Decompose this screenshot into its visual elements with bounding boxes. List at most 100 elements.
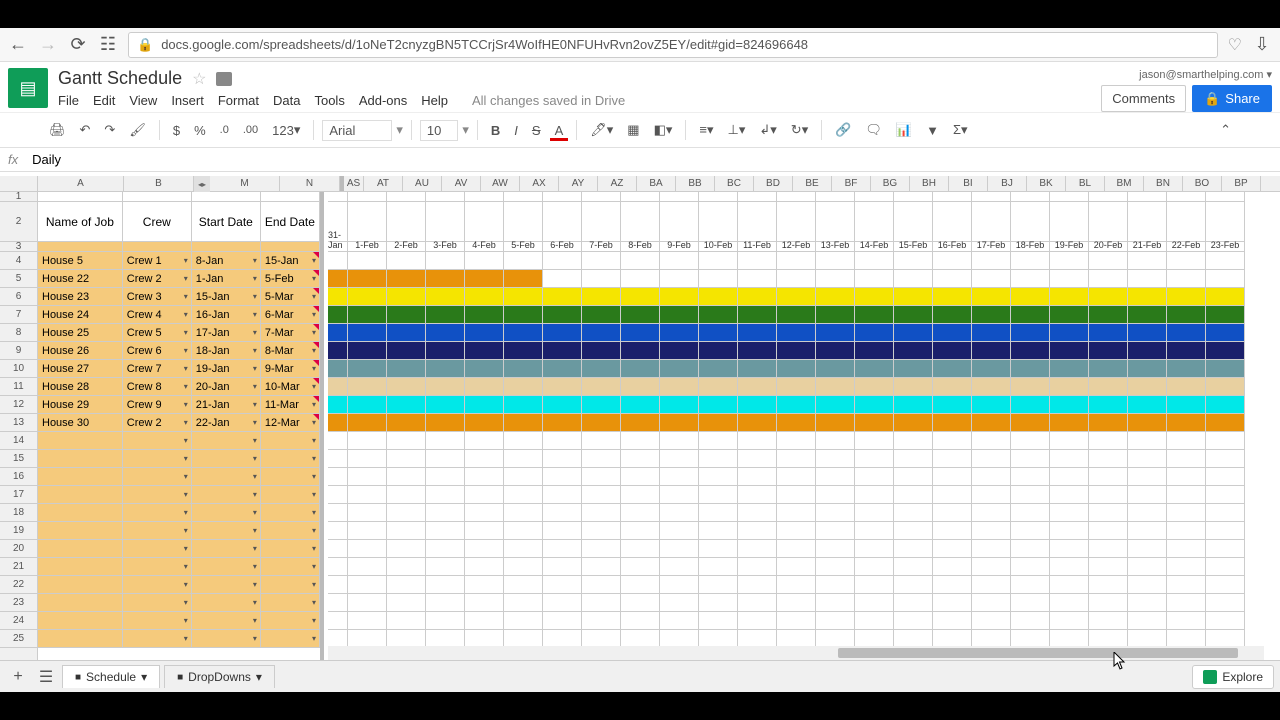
- cell[interactable]: [1089, 202, 1128, 242]
- cell[interactable]: [738, 342, 777, 360]
- col-header[interactable]: BG: [871, 176, 910, 191]
- cell[interactable]: [348, 432, 387, 450]
- date-header[interactable]: 7-Feb: [582, 242, 621, 252]
- cell[interactable]: [1206, 202, 1245, 242]
- reload-button[interactable]: ⟳: [68, 34, 88, 55]
- cell[interactable]: [933, 252, 972, 270]
- cell[interactable]: [543, 270, 582, 288]
- cell[interactable]: [348, 360, 387, 378]
- cell[interactable]: [894, 252, 933, 270]
- select-all-corner[interactable]: [0, 176, 38, 192]
- cell[interactable]: ▾: [123, 468, 192, 486]
- h-align-icon[interactable]: ≡▾: [694, 119, 718, 141]
- cell[interactable]: [1050, 324, 1089, 342]
- cell[interactable]: [1050, 396, 1089, 414]
- cell[interactable]: ▾: [192, 504, 261, 522]
- row-header[interactable]: 8: [0, 324, 37, 342]
- cell[interactable]: [777, 270, 816, 288]
- cell[interactable]: [894, 324, 933, 342]
- row-header[interactable]: 17: [0, 486, 37, 504]
- cell[interactable]: [933, 288, 972, 306]
- cell[interactable]: [660, 414, 699, 432]
- cell[interactable]: [621, 396, 660, 414]
- cell[interactable]: [1089, 450, 1128, 468]
- comments-button[interactable]: Comments: [1101, 85, 1186, 112]
- cell[interactable]: [1206, 360, 1245, 378]
- cell[interactable]: [1050, 378, 1089, 396]
- cell[interactable]: [543, 192, 582, 202]
- cell[interactable]: [894, 342, 933, 360]
- dropdown-icon[interactable]: ▾: [184, 256, 188, 265]
- cell[interactable]: 11-Mar▾: [261, 396, 320, 414]
- cell[interactable]: [894, 540, 933, 558]
- cell[interactable]: [38, 504, 123, 522]
- cell[interactable]: [660, 202, 699, 242]
- cell[interactable]: [1167, 558, 1206, 576]
- note-indicator[interactable]: [313, 324, 319, 330]
- cell[interactable]: 9-Mar▾: [261, 360, 320, 378]
- cell[interactable]: [387, 468, 426, 486]
- cell[interactable]: [777, 306, 816, 324]
- cell[interactable]: [1011, 504, 1050, 522]
- cell[interactable]: [387, 192, 426, 202]
- cell[interactable]: [387, 450, 426, 468]
- cell[interactable]: [1167, 202, 1206, 242]
- cell[interactable]: [1089, 288, 1128, 306]
- cell[interactable]: [426, 504, 465, 522]
- cell[interactable]: [855, 576, 894, 594]
- cell[interactable]: [504, 468, 543, 486]
- cell[interactable]: [699, 558, 738, 576]
- cell[interactable]: [738, 504, 777, 522]
- cell[interactable]: ▾: [192, 594, 261, 612]
- cell[interactable]: [582, 486, 621, 504]
- sheets-logo[interactable]: ▤: [8, 68, 48, 108]
- cell[interactable]: [1206, 252, 1245, 270]
- redo-icon[interactable]: ↷: [99, 119, 120, 141]
- cell[interactable]: [1128, 396, 1167, 414]
- cell[interactable]: [328, 540, 348, 558]
- cell[interactable]: [816, 612, 855, 630]
- cell[interactable]: [543, 288, 582, 306]
- cell[interactable]: [328, 324, 348, 342]
- cell[interactable]: [738, 576, 777, 594]
- cell[interactable]: [777, 558, 816, 576]
- col-header[interactable]: M: [210, 176, 280, 191]
- cell[interactable]: House 5: [38, 252, 123, 270]
- dropdown-icon[interactable]: ▾: [253, 616, 257, 625]
- col-header[interactable]: BP: [1222, 176, 1261, 191]
- cell[interactable]: 5-Mar▾: [261, 288, 320, 306]
- cell[interactable]: [972, 306, 1011, 324]
- cell[interactable]: [1089, 270, 1128, 288]
- link-icon[interactable]: 🔗: [830, 119, 856, 141]
- cell[interactable]: [1206, 504, 1245, 522]
- cell[interactable]: [328, 468, 348, 486]
- cell[interactable]: [699, 468, 738, 486]
- cell[interactable]: [894, 396, 933, 414]
- cell[interactable]: Crew 5▾: [123, 324, 192, 342]
- cell[interactable]: [777, 450, 816, 468]
- cell[interactable]: [660, 450, 699, 468]
- cell[interactable]: Crew 8▾: [123, 378, 192, 396]
- cell[interactable]: [816, 342, 855, 360]
- cell[interactable]: [738, 486, 777, 504]
- cell[interactable]: [426, 342, 465, 360]
- cell[interactable]: House 24: [38, 306, 123, 324]
- cell[interactable]: [1089, 252, 1128, 270]
- cell[interactable]: [123, 242, 192, 252]
- menu-tools[interactable]: Tools: [314, 93, 344, 108]
- col-header[interactable]: B: [124, 176, 194, 191]
- cell[interactable]: [699, 306, 738, 324]
- dropdown-icon[interactable]: ▾: [184, 400, 188, 409]
- date-header[interactable]: 23-Feb: [1206, 242, 1245, 252]
- cell[interactable]: [1128, 288, 1167, 306]
- cell[interactable]: [699, 540, 738, 558]
- font-select[interactable]: Arial: [322, 120, 392, 141]
- cell[interactable]: ▾: [123, 432, 192, 450]
- cell[interactable]: [1167, 486, 1206, 504]
- cell[interactable]: ▾: [261, 576, 320, 594]
- cell[interactable]: [465, 306, 504, 324]
- cell[interactable]: [328, 396, 348, 414]
- cell[interactable]: [660, 522, 699, 540]
- cell[interactable]: [1011, 270, 1050, 288]
- cell[interactable]: [426, 594, 465, 612]
